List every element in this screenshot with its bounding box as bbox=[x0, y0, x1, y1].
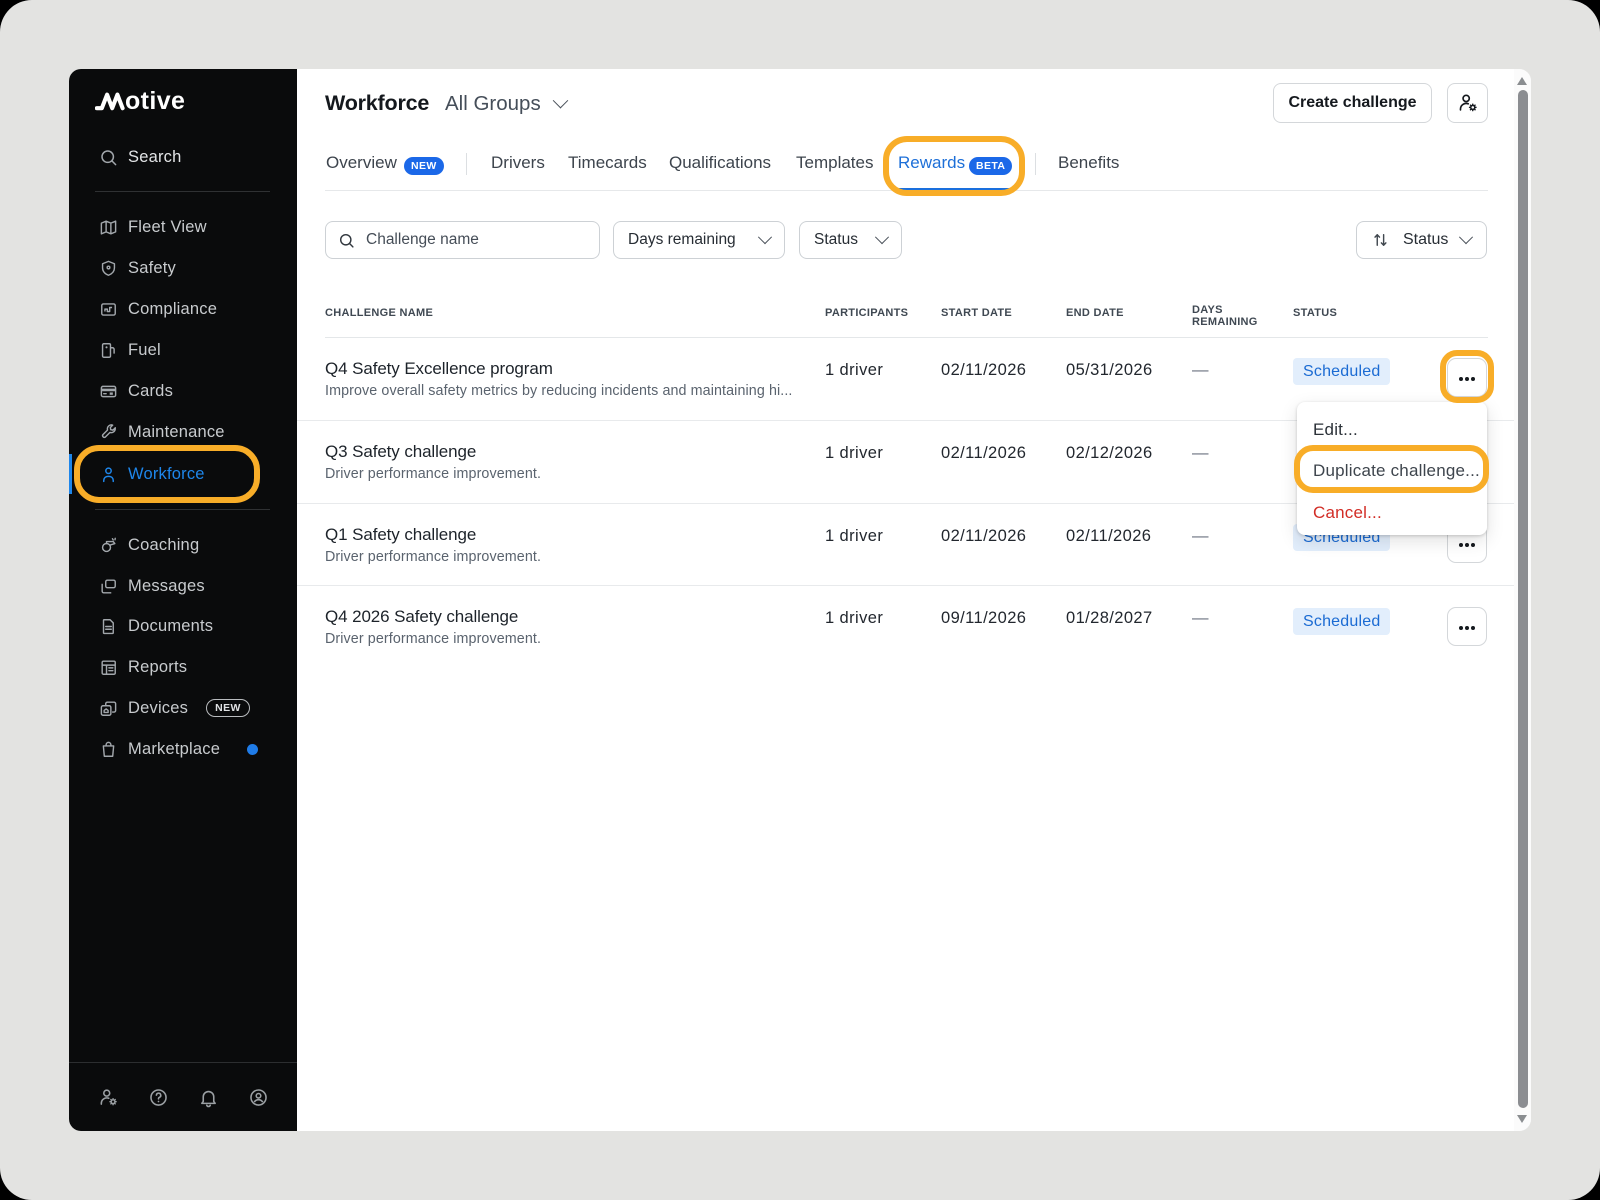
svg-text:otive: otive bbox=[125, 87, 185, 114]
